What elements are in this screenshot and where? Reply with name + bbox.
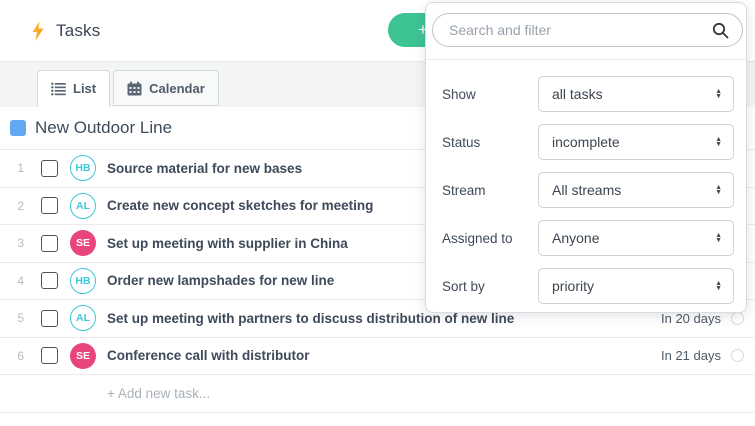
tasks-app: Tasks + List xyxy=(0,0,755,426)
row-number: 2 xyxy=(0,199,24,213)
select-spinner-icon: ▲▼ xyxy=(715,281,722,291)
row-number: 6 xyxy=(0,349,24,363)
row-number: 4 xyxy=(0,274,24,288)
task-checkbox[interactable] xyxy=(41,347,58,364)
filter-row-stream: Stream All streams ▲▼ xyxy=(442,172,734,208)
filter-label: Stream xyxy=(442,183,538,198)
tab-list-label: List xyxy=(73,81,96,96)
task-checkbox[interactable] xyxy=(41,235,58,252)
filter-row-status: Status incomplete ▲▼ xyxy=(442,124,734,160)
filter-label: Sort by xyxy=(442,279,538,294)
select-value: Anyone xyxy=(552,230,599,246)
filter-label: Show xyxy=(442,87,538,102)
task-title: Order new lampshades for new line xyxy=(107,273,334,288)
calendar-icon xyxy=(127,81,142,96)
stream-select[interactable]: All streams ▲▼ xyxy=(538,172,734,208)
row-number: 1 xyxy=(0,161,24,175)
assigned-to-select[interactable]: Anyone ▲▼ xyxy=(538,220,734,256)
select-value: incomplete xyxy=(552,134,620,150)
task-checkbox[interactable] xyxy=(41,310,58,327)
task-title: Create new concept sketches for meeting xyxy=(107,198,373,213)
task-checkbox[interactable] xyxy=(41,197,58,214)
search-icon[interactable] xyxy=(712,22,729,39)
search-field-wrapper xyxy=(432,13,743,47)
assignee-avatar: SE xyxy=(70,230,96,256)
assignee-avatar: AL xyxy=(70,193,96,219)
tabs: List Calendar xyxy=(37,70,219,107)
task-checkbox[interactable] xyxy=(41,160,58,177)
task-checkbox[interactable] xyxy=(41,272,58,289)
status-select[interactable]: incomplete ▲▼ xyxy=(538,124,734,160)
tab-calendar[interactable]: Calendar xyxy=(113,70,219,106)
project-color-swatch xyxy=(10,120,26,136)
assignee-avatar: HB xyxy=(70,268,96,294)
page-title: Tasks xyxy=(56,21,100,41)
tab-list[interactable]: List xyxy=(37,70,110,107)
task-title: Source material for new bases xyxy=(107,161,302,176)
priority-circle-icon[interactable] xyxy=(731,349,744,362)
filter-label: Assigned to xyxy=(442,231,538,246)
search-input[interactable] xyxy=(447,21,712,39)
select-value: priority xyxy=(552,278,594,294)
filter-row-assigned-to: Assigned to Anyone ▲▼ xyxy=(442,220,734,256)
filter-row-sort-by: Sort by priority ▲▼ xyxy=(442,268,734,304)
row-number: 3 xyxy=(0,236,24,250)
task-row[interactable]: 6 SE Conference call with distributor In… xyxy=(0,338,755,376)
filter-label: Status xyxy=(442,135,538,150)
add-new-task-row[interactable]: + Add new task... xyxy=(0,375,755,413)
select-spinner-icon: ▲▼ xyxy=(715,137,722,147)
tab-calendar-label: Calendar xyxy=(149,81,205,96)
section-title: New Outdoor Line xyxy=(35,118,172,138)
search-filter-panel: Show all tasks ▲▼ Status incomplete ▲▼ S… xyxy=(425,2,747,313)
select-spinner-icon: ▲▼ xyxy=(715,233,722,243)
assignee-avatar: SE xyxy=(70,343,96,369)
show-select[interactable]: all tasks ▲▼ xyxy=(538,76,734,112)
filter-rows: Show all tasks ▲▼ Status incomplete ▲▼ S… xyxy=(442,76,734,316)
task-due-date: In 21 days xyxy=(661,348,721,363)
sort-by-select[interactable]: priority ▲▼ xyxy=(538,268,734,304)
list-icon xyxy=(51,82,66,96)
task-title: Conference call with distributor xyxy=(107,348,310,363)
assignee-avatar: HB xyxy=(70,155,96,181)
lightning-bolt-icon xyxy=(30,21,46,41)
row-number: 5 xyxy=(0,311,24,325)
task-title: Set up meeting with supplier in China xyxy=(107,236,348,251)
assignee-avatar: AL xyxy=(70,305,96,331)
select-spinner-icon: ▲▼ xyxy=(715,89,722,99)
filter-row-show: Show all tasks ▲▼ xyxy=(442,76,734,112)
panel-divider xyxy=(426,59,746,60)
add-new-task-label: + Add new task... xyxy=(107,386,210,401)
select-spinner-icon: ▲▼ xyxy=(715,185,722,195)
select-value: all tasks xyxy=(552,86,603,102)
select-value: All streams xyxy=(552,182,621,198)
header-left: Tasks xyxy=(30,0,100,61)
